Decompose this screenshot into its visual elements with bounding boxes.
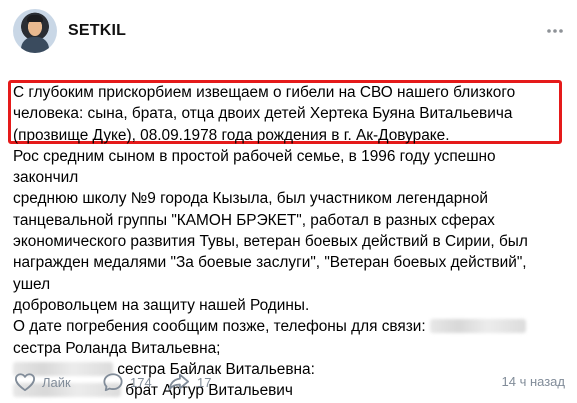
post-header: SETKIL [13,9,565,53]
like-icon [14,372,36,392]
post-time[interactable]: 14 ч назад [502,374,566,389]
avatar[interactable] [13,9,57,53]
comment-icon [102,372,124,392]
like-button[interactable]: Лайк [14,372,71,392]
post-text: С глубоким прискорбием извещаем о гибели… [13,82,565,401]
avatar-hair [27,15,43,22]
shares-count: 17 [197,374,212,390]
comments-count: 174 [130,374,152,390]
contacts-line-1: О дате погребения сообщим позже, телефон… [13,316,565,337]
share-button[interactable]: 17 [167,372,211,392]
more-icon[interactable] [545,21,565,41]
paragraph-biography: Рос средним сыном в простой рабочей семь… [13,147,528,314]
paragraph-announcement: С глубоким прискорбием извещаем о гибели… [13,84,516,144]
post-footer: Лайк 174 17 14 ч назад [14,372,565,392]
author-name[interactable]: SETKIL [68,22,126,40]
comment-button[interactable]: 174 [102,372,152,392]
redacted-phone [429,319,526,334]
share-icon [167,372,191,392]
avatar-shirt [21,37,49,53]
like-label: Лайк [42,374,71,390]
contacts-line-2: сестра Роланда Витальевна; [13,339,221,357]
